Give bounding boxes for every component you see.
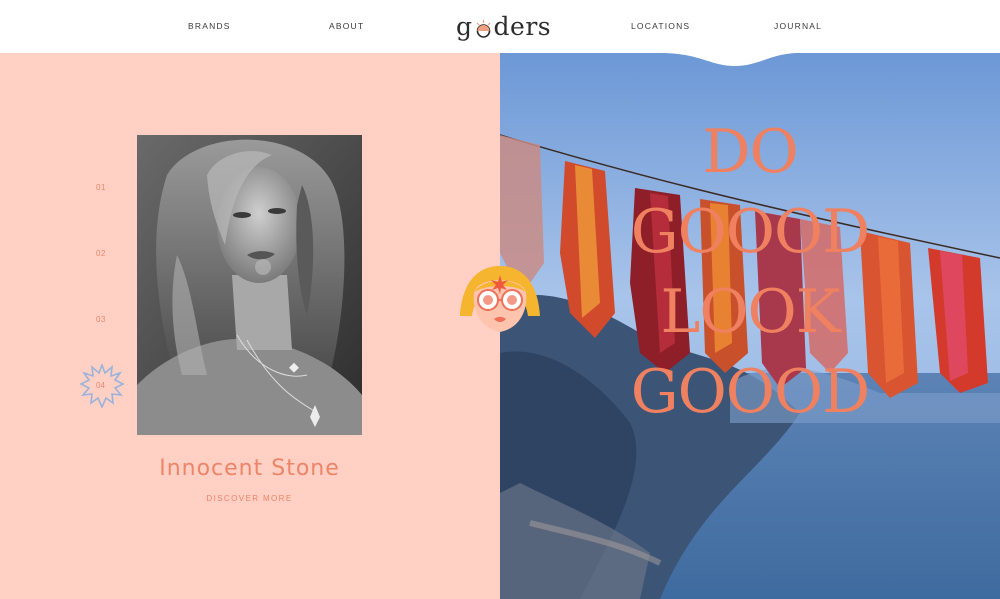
logo-text-start: g [456,11,473,41]
nav-about[interactable]: ABOUT [329,21,364,31]
headline-line-1: DO [702,117,798,187]
product-title: Innocent Stone [159,456,340,481]
headline-line-3: LOOK [660,277,840,347]
slide-indicator-1[interactable]: 01 [96,183,106,192]
mascot-face-icon[interactable] [458,262,542,334]
header-wave-decoration [660,50,800,66]
headline-line-4: GOOOD [630,357,871,427]
slide-indicator-4[interactable]: 04 [96,381,105,390]
slide-indicator-3[interactable]: 03 [96,315,106,324]
site-header: BRANDS ABOUT g ders LOCATIONS JOURNAL [0,0,1000,53]
hero-headline: DO GOOOD LOOK GOOOD [500,112,1000,432]
product-portrait-image[interactable] [137,135,362,435]
slide-indicator-2[interactable]: 02 [96,249,106,258]
gooders-logo[interactable]: g ders [456,10,551,42]
logo-text-end: ders [493,11,552,41]
headline-line-2: GOOOD [630,197,871,267]
discover-more-link[interactable]: DISCOVER MORE [137,494,362,503]
logo-sun-mark [474,16,493,38]
nav-journal[interactable]: JOURNAL [774,21,822,31]
nav-locations[interactable]: LOCATIONS [631,21,690,31]
nav-brands[interactable]: BRANDS [188,21,231,31]
